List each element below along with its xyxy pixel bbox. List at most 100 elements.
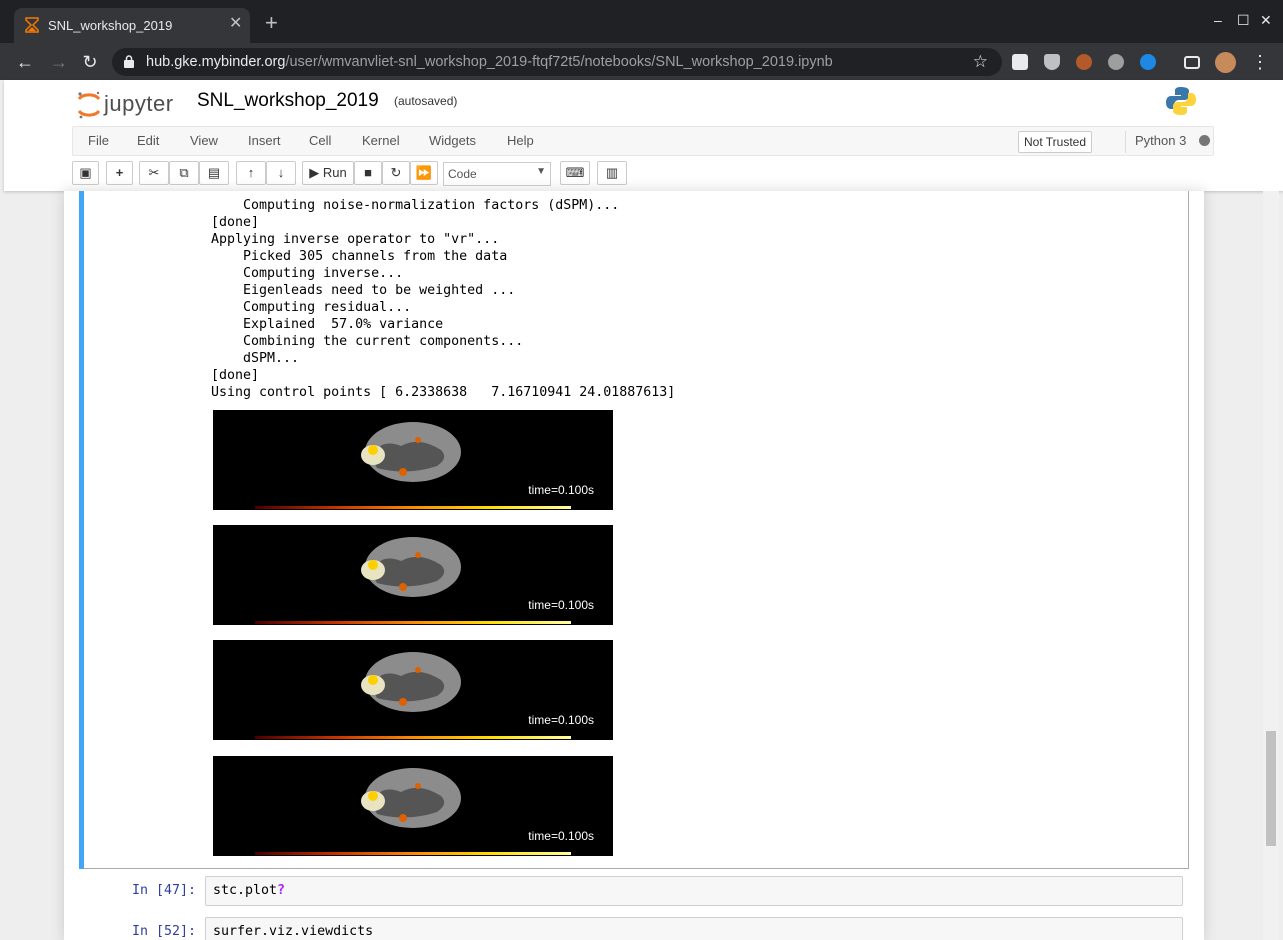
- paste-icon: ▤: [207, 165, 221, 180]
- code-cell-input[interactable]: stc.plot?: [205, 876, 1183, 906]
- time-label: time=0.100s: [528, 483, 594, 497]
- copy-button[interactable]: ⧉: [169, 161, 199, 185]
- title-bar: SNL_workshop_2019 ✕ + – ☐ ✕: [0, 0, 1283, 43]
- colorbar-ticks: [253, 500, 573, 504]
- trust-badge[interactable]: Not Trusted: [1018, 131, 1093, 153]
- run-button[interactable]: ▶ Run: [302, 161, 354, 185]
- menu-help[interactable]: Help: [507, 133, 534, 148]
- browser-menu-icon[interactable]: ⋮: [1249, 51, 1271, 73]
- brain-figure: time=0.100s: [213, 756, 613, 856]
- browser-tab[interactable]: SNL_workshop_2019 ✕: [14, 8, 250, 43]
- code-help-operator: ?: [277, 883, 286, 898]
- colorbar: [255, 621, 571, 624]
- url-text: hub.gke.mybinder.org/user/wmvanvliet-snl…: [146, 54, 833, 70]
- hourglass-icon: [25, 17, 39, 33]
- jupyter-page: jupyter SNL_workshop_2019 (autosaved) Fi…: [4, 80, 1283, 940]
- keyboard-icon: ⌨: [565, 165, 585, 180]
- copy-icon: ⧉: [179, 165, 189, 180]
- python-logo-icon: [1166, 87, 1196, 115]
- url-host: hub.gke.mybinder.org: [146, 54, 286, 70]
- address-bar[interactable]: hub.gke.mybinder.org/user/wmvanvliet-snl…: [112, 48, 1002, 76]
- play-icon: ▶: [309, 165, 320, 180]
- minimize-icon[interactable]: –: [1214, 12, 1222, 28]
- paste-button[interactable]: ▤: [199, 161, 229, 185]
- new-tab-icon[interactable]: +: [265, 12, 278, 34]
- fast-forward-icon: ⏩: [415, 165, 433, 180]
- restart-button[interactable]: ↻: [382, 161, 410, 185]
- time-label: time=0.100s: [528, 829, 594, 843]
- menu-insert[interactable]: Insert: [248, 133, 281, 148]
- bar-chart-icon: ▥: [605, 165, 619, 180]
- menu-cell[interactable]: Cell: [309, 133, 331, 148]
- jupyter-logo-icon: [77, 91, 101, 119]
- cell-prompt: In [47]:: [132, 883, 197, 898]
- forward-icon[interactable]: →: [48, 51, 70, 73]
- notebook-container: Computing noise-normalization factors (d…: [64, 191, 1204, 940]
- page-scrollbar[interactable]: [1263, 191, 1279, 940]
- menu-view[interactable]: View: [190, 133, 218, 148]
- stop-icon: ■: [364, 165, 372, 180]
- restart-run-all-button[interactable]: ⏩: [410, 161, 438, 185]
- kernel-name[interactable]: Python 3: [1135, 133, 1186, 148]
- cell-output-text: Computing noise-normalization factors (d…: [211, 198, 676, 400]
- kernel-separator: [1125, 131, 1126, 153]
- menu-widgets[interactable]: Widgets: [429, 133, 476, 148]
- arrow-up-icon: ↑: [247, 165, 255, 180]
- cell-type-value: Code: [448, 167, 477, 181]
- kernel-status-indicator: [1199, 135, 1210, 146]
- code-text: stc.plot?: [213, 883, 285, 898]
- extension-e-icon[interactable]: [1108, 54, 1124, 70]
- notebook-toolbar: ▣ + ✂ ⧉ ▤ ↑ ↓ ▶ Run ■ ↻ ⏩ Code ▼ ⌨ ▥: [72, 161, 772, 187]
- interrupt-button[interactable]: ■: [354, 161, 382, 185]
- chart-button[interactable]: ▥: [597, 161, 627, 185]
- bookmark-star-icon[interactable]: ☆: [973, 52, 988, 72]
- menu-kernel[interactable]: Kernel: [362, 133, 400, 148]
- run-label: Run: [322, 165, 347, 180]
- code-cell-input[interactable]: surfer.viz.viewdicts: [205, 917, 1183, 940]
- insert-cell-button[interactable]: +: [106, 161, 133, 185]
- tab-close-icon[interactable]: ✕: [229, 15, 242, 33]
- cut-button[interactable]: ✂: [139, 161, 169, 185]
- colorbar: [255, 736, 571, 739]
- scissors-icon: ✂: [148, 165, 160, 180]
- extension-icon[interactable]: [1076, 54, 1092, 70]
- menu-edit[interactable]: Edit: [137, 133, 159, 148]
- jupyter-header: jupyter SNL_workshop_2019 (autosaved) Fi…: [4, 80, 1283, 191]
- colorbar: [255, 506, 571, 509]
- restart-icon: ↻: [390, 165, 402, 180]
- shield-extension-icon[interactable]: [1044, 54, 1060, 70]
- back-icon[interactable]: ←: [14, 51, 36, 73]
- arrow-down-icon: ↓: [277, 165, 285, 180]
- selected-cell-indicator: [79, 191, 84, 869]
- menu-file[interactable]: File: [88, 133, 109, 148]
- maximize-icon[interactable]: ☐: [1237, 12, 1250, 29]
- notebook-title[interactable]: SNL_workshop_2019: [197, 90, 379, 112]
- command-palette-button[interactable]: ⌨: [560, 161, 590, 185]
- jupyter-logo-text: jupyter: [104, 91, 174, 116]
- close-window-icon[interactable]: ✕: [1260, 12, 1272, 29]
- extension-c-icon[interactable]: [1140, 54, 1156, 70]
- time-label: time=0.100s: [528, 598, 594, 612]
- tab-title: SNL_workshop_2019: [48, 18, 173, 33]
- cast-icon[interactable]: [1184, 56, 1200, 69]
- plus-icon: +: [115, 165, 124, 180]
- brain-figure: time=0.100s: [213, 525, 613, 625]
- reload-icon[interactable]: ↻: [79, 51, 101, 73]
- browser-window: SNL_workshop_2019 ✕ + – ☐ ✕ ← → ↻ hub.gk…: [0, 0, 1283, 940]
- time-label: time=0.100s: [528, 713, 594, 727]
- address-toolbar: ← → ↻ hub.gke.mybinder.org/user/wmvanvli…: [0, 43, 1283, 80]
- autosave-status: (autosaved): [394, 94, 458, 108]
- colorbar: [255, 852, 571, 855]
- chevron-down-icon: ▼: [536, 166, 546, 177]
- document-extension-icon[interactable]: [1012, 54, 1028, 70]
- cell-type-select[interactable]: Code ▼: [443, 162, 551, 186]
- lock-icon: [124, 55, 134, 68]
- save-icon: ▣: [79, 165, 92, 180]
- move-up-button[interactable]: ↑: [236, 161, 266, 185]
- scrollbar-thumb[interactable]: [1266, 731, 1276, 846]
- avatar[interactable]: [1215, 52, 1236, 73]
- move-down-button[interactable]: ↓: [266, 161, 296, 185]
- code-text: surfer.viz.viewdicts: [213, 924, 374, 939]
- save-button[interactable]: ▣: [72, 161, 99, 185]
- url-path: /user/wmvanvliet-snl_workshop_2019-ftqf7…: [285, 54, 833, 70]
